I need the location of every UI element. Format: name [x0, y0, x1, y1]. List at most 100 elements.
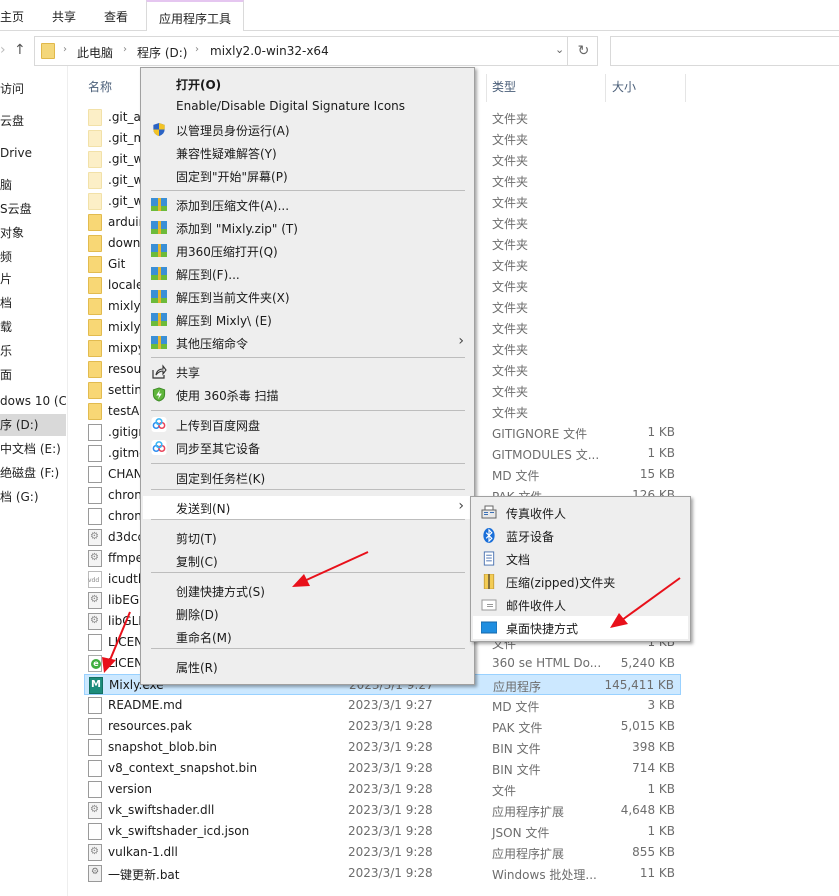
nav-item[interactable]: 档 (G:): [0, 486, 66, 508]
file-size: 5,240 KB: [621, 656, 675, 670]
menu-item[interactable]: 兼容性疑难解答(Y): [143, 141, 472, 164]
nav-item[interactable]: 云盘: [0, 110, 66, 132]
send-to-item-label: 文档: [506, 551, 530, 568]
menu-item[interactable]: 解压到(F)...: [143, 262, 472, 285]
menu-item[interactable]: Enable/Disable Digital Signature Icons: [143, 95, 472, 118]
data-file-icon: [88, 571, 102, 588]
column-header-type[interactable]: 类型: [492, 76, 516, 102]
file-row[interactable]: snapshot_blob.bin2023/3/1 9:28BIN 文件398 …: [84, 737, 681, 758]
menu-item[interactable]: 解压到当前文件夹(X): [143, 285, 472, 308]
menu-item[interactable]: 共享: [143, 360, 472, 383]
menu-item[interactable]: 使用 360杀毒 扫描: [143, 383, 472, 406]
address-bar[interactable]: › 此电脑 › 程序 (D:) › mixly2.0-win32-x64 ⌄ ↻: [34, 36, 598, 66]
menu-item[interactable]: 重命名(M): [143, 625, 472, 648]
file-name: d3dcc: [108, 530, 144, 544]
tab-share[interactable]: 共享: [52, 8, 76, 25]
breadcrumb-drive-d[interactable]: 程序 (D:): [137, 44, 187, 61]
menu-item[interactable]: 固定到任务栏(K): [143, 466, 472, 489]
menu-item[interactable]: 删除(D): [143, 602, 472, 625]
nav-item[interactable]: 访问: [0, 78, 66, 100]
menu-item[interactable]: 复制(C): [143, 549, 472, 572]
nav-item[interactable]: Drive: [0, 142, 66, 164]
nav-item[interactable]: 载: [0, 316, 66, 338]
search-input[interactable]: [610, 36, 839, 66]
forward-icon[interactable]: ›: [0, 42, 6, 58]
chevron-down-icon[interactable]: ⌄: [555, 43, 564, 56]
desktop-icon: [481, 620, 497, 635]
file-row[interactable]: resources.pak2023/3/1 9:28PAK 文件5,015 KB: [84, 716, 681, 737]
chevron-right-icon[interactable]: ›: [195, 44, 199, 55]
dll-file-icon: [88, 529, 102, 546]
file-date: 2023/3/1 9:28: [348, 803, 433, 817]
menu-item[interactable]: 上传到百度网盘: [143, 413, 472, 436]
file-type: 文件夹: [492, 362, 528, 379]
file-row[interactable]: version2023/3/1 9:28文件1 KB: [84, 779, 681, 800]
file-row[interactable]: 一键更新.bat2023/3/1 9:28Windows 批处理...11 KB: [84, 863, 681, 884]
menu-item[interactable]: 用360压缩打开(Q): [143, 239, 472, 262]
menu-item[interactable]: 以管理员身份运行(A): [143, 118, 472, 141]
menu-item-label: 用360压缩打开(Q): [176, 243, 278, 260]
menu-item[interactable]: 解压到 Mixly\ (E): [143, 308, 472, 331]
breadcrumb-folder[interactable]: mixly2.0-win32-x64: [210, 44, 329, 58]
menu-item[interactable]: 剪切(T): [143, 526, 472, 549]
menu-item[interactable]: 同步至其它设备: [143, 436, 472, 459]
menu-item-label: 发送到(N): [176, 500, 230, 517]
column-header-size[interactable]: 大小: [612, 76, 636, 102]
nav-item[interactable]: 频: [0, 246, 66, 268]
menu-item[interactable]: 打开(O): [143, 72, 472, 95]
tab-view[interactable]: 查看: [104, 8, 128, 25]
file-row[interactable]: vulkan-1.dll2023/3/1 9:28应用程序扩展855 KB: [84, 842, 681, 863]
column-divider[interactable]: [685, 74, 686, 102]
chevron-right-icon[interactable]: ›: [63, 44, 67, 55]
menu-item[interactable]: 创建快捷方式(S): [143, 579, 472, 602]
send-to-item[interactable]: 桌面快捷方式: [473, 616, 688, 639]
menu-item[interactable]: 固定到"开始"屏幕(P): [143, 164, 472, 187]
nav-item[interactable]: 脑: [0, 174, 66, 196]
nav-item[interactable]: 档: [0, 292, 66, 314]
context-menu: 打开(O)Enable/Disable Digital Signature Ic…: [140, 67, 475, 685]
menu-item-label: 剪切(T): [176, 530, 217, 547]
tab-app-tools[interactable]: 应用程序工具: [146, 0, 244, 31]
tab-home[interactable]: 主页: [0, 8, 24, 25]
column-divider[interactable]: [486, 74, 487, 102]
send-to-item[interactable]: 邮件收件人: [473, 593, 688, 616]
file-row[interactable]: vk_swiftshader.dll2023/3/1 9:28应用程序扩展4,6…: [84, 800, 681, 821]
nav-item[interactable]: S云盘: [0, 198, 66, 220]
file-type: BIN 文件: [492, 740, 541, 757]
file-row[interactable]: README.md2023/3/1 9:27MD 文件3 KB: [84, 695, 681, 716]
nav-item[interactable]: 绝磁盘 (F:): [0, 462, 66, 484]
menu-item[interactable]: 其他压缩命令›: [143, 331, 472, 354]
nav-item[interactable]: 中文档 (E:): [0, 438, 66, 460]
nav-item[interactable]: 面: [0, 364, 66, 386]
file-name: README.md: [108, 698, 182, 712]
file-name: settin: [108, 383, 142, 397]
send-to-item[interactable]: 文档: [473, 547, 688, 570]
chevron-right-icon[interactable]: ›: [123, 44, 127, 55]
nav-item[interactable]: 乐: [0, 340, 66, 362]
up-arrow-icon[interactable]: ↑: [14, 42, 26, 58]
folder-icon: [88, 130, 102, 147]
file-name: LICEN: [108, 656, 143, 670]
column-divider[interactable]: [605, 74, 606, 102]
file-row[interactable]: vk_swiftshader_icd.json2023/3/1 9:28JSON…: [84, 821, 681, 842]
send-to-item[interactable]: 蓝牙设备: [473, 524, 688, 547]
menu-item[interactable]: 属性(R): [143, 655, 472, 678]
archive-icon: [151, 197, 167, 212]
menu-item[interactable]: 添加到 "Mixly.zip" (T): [143, 216, 472, 239]
file-size: 11 KB: [640, 866, 675, 880]
menu-separator: [151, 572, 465, 573]
breadcrumb-this-pc[interactable]: 此电脑: [77, 44, 113, 61]
nav-item[interactable]: dows 10 (C: [0, 390, 66, 412]
send-to-item-label: 压缩(zipped)文件夹: [506, 574, 615, 591]
file-row[interactable]: v8_context_snapshot.bin2023/3/1 9:28BIN …: [84, 758, 681, 779]
nav-item[interactable]: 片: [0, 268, 66, 290]
refresh-icon[interactable]: ↻: [567, 37, 599, 65]
menu-item[interactable]: 发送到(N)›: [143, 496, 472, 519]
menu-item[interactable]: 添加到压缩文件(A)...: [143, 193, 472, 216]
send-to-item[interactable]: 压缩(zipped)文件夹: [473, 570, 688, 593]
column-header-name[interactable]: 名称: [88, 76, 112, 102]
nav-item[interactable]: 对象: [0, 222, 66, 244]
file-name: snapshot_blob.bin: [108, 740, 217, 754]
send-to-item[interactable]: 传真收件人: [473, 501, 688, 524]
nav-item[interactable]: 序 (D:): [0, 414, 66, 436]
